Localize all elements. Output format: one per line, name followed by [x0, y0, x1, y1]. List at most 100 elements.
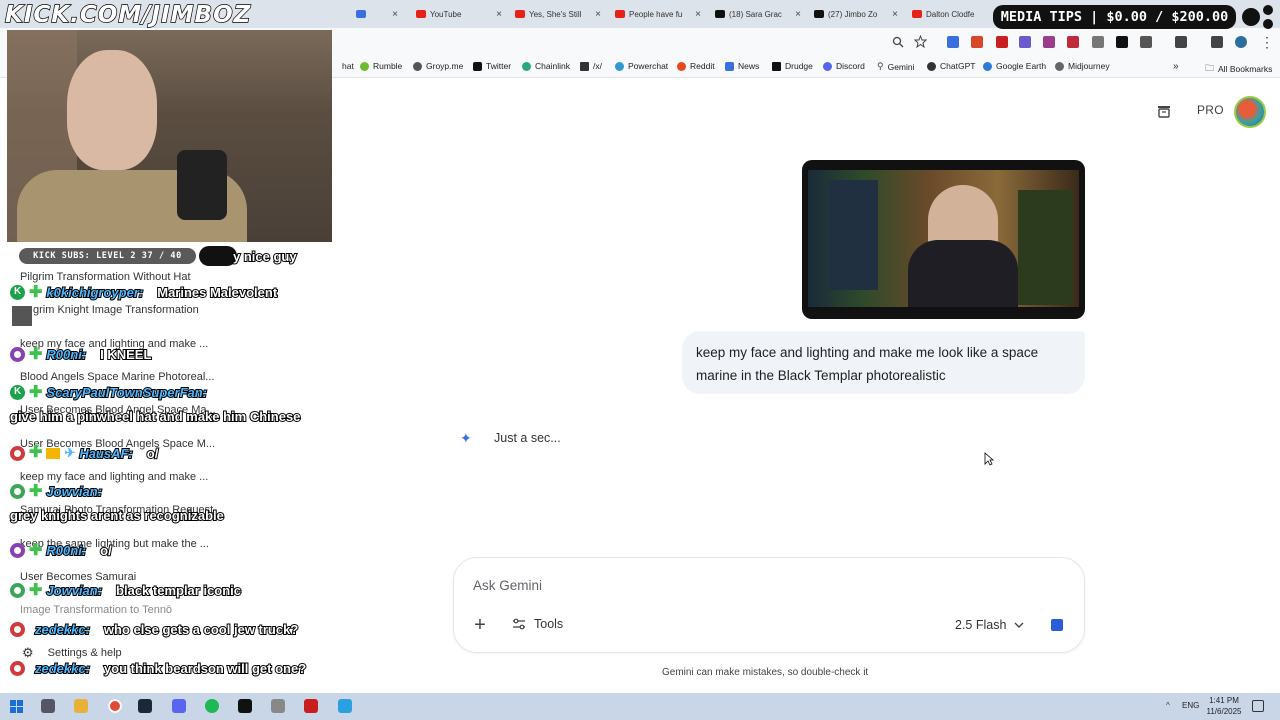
gift-badge-icon — [46, 447, 61, 459]
chat-text: you think beardson will get one? — [103, 660, 307, 677]
tab-title: (27) Jimbo Zo — [828, 9, 878, 19]
browser-tab[interactable]: Yes, She's Still × — [509, 4, 603, 24]
notification-icon[interactable] — [1252, 700, 1264, 712]
kick-badge-icon — [10, 285, 25, 300]
bookmark-item-reddit[interactable]: Reddit — [677, 61, 715, 71]
tools-icon — [513, 618, 525, 630]
file-explorer-icon[interactable] — [74, 699, 88, 713]
bookmark-item-rumble[interactable]: Rumble — [360, 61, 402, 71]
avatar[interactable] — [1234, 96, 1266, 128]
history-item[interactable]: Blood Angels Space Marine Photoreal... — [20, 371, 214, 383]
settings-help-button[interactable]: ⚙ Settings & help — [22, 645, 122, 661]
chrome-icon[interactable] — [108, 699, 122, 713]
mouse-cursor-icon — [984, 452, 994, 466]
discord-icon[interactable] — [172, 699, 186, 713]
more-menu-icon[interactable]: ⋮ — [1260, 34, 1274, 51]
task-view-icon[interactable] — [41, 699, 55, 713]
reading-list-icon[interactable] — [1211, 36, 1223, 48]
extension-icon[interactable] — [971, 36, 983, 48]
bookmark-item-google-earth[interactable]: Google Earth — [983, 61, 1046, 71]
tab-title: Dalton Clodfe — [926, 9, 975, 19]
ask-gemini-input[interactable] — [473, 574, 913, 596]
chat-message: ✚ R00ni: I KNEEL — [10, 345, 152, 363]
browser-tab[interactable]: (27) Jimbo Zo × — [808, 4, 900, 24]
bookmark-item-chatgpt[interactable]: ChatGPT — [927, 61, 975, 71]
zoom-icon[interactable] — [892, 36, 904, 48]
media-icon[interactable] — [1175, 36, 1187, 48]
windows-start-icon[interactable] — [10, 700, 23, 713]
puzzle-icon[interactable] — [1140, 36, 1152, 48]
tab-close-icon[interactable]: × — [795, 9, 801, 20]
extension-icon[interactable] — [1019, 36, 1031, 48]
language-indicator[interactable]: ENG — [1182, 701, 1199, 710]
history-item[interactable]: Image Transformation to Tennō — [20, 604, 172, 616]
extension-icon[interactable] — [1043, 36, 1055, 48]
chatgpt-icon — [927, 61, 936, 71]
spotify-icon[interactable] — [205, 699, 219, 713]
tray-chevron-icon[interactable]: ^ — [1166, 701, 1170, 710]
tab-title: People have fu — [629, 9, 683, 19]
tools-label: Tools — [534, 617, 564, 631]
tab-close-icon[interactable]: × — [392, 9, 398, 20]
x-extension-icon[interactable] — [1116, 36, 1128, 48]
bookmark-item-midjourney[interactable]: Midjourney — [1055, 61, 1110, 71]
tab-close-icon[interactable]: × — [496, 9, 502, 20]
bookmark-star-icon[interactable] — [914, 35, 927, 48]
drudge-icon — [772, 61, 781, 71]
clock[interactable]: 1:41 PM 11/6/2025 — [1204, 695, 1244, 717]
tab-close-icon[interactable]: × — [695, 9, 701, 20]
tools-button[interactable]: Tools — [512, 617, 563, 631]
bookmarks-overflow-icon[interactable]: » — [1173, 61, 1179, 72]
telegram-icon[interactable] — [338, 699, 352, 713]
response-loading: ✦ Just a sec... — [460, 431, 561, 445]
bookmark-item[interactable]: hat — [342, 61, 354, 71]
image-scene — [808, 170, 1079, 307]
bookmark-label: Reddit — [690, 61, 715, 71]
browser-tab[interactable]: YouTube × — [410, 4, 504, 24]
model-selector[interactable]: 2.5 Flash — [955, 618, 1024, 632]
member-badge-icon — [10, 622, 25, 637]
browser-tab[interactable]: (18) Sara Grac × — [709, 4, 803, 24]
stop-generation-button[interactable] — [1051, 619, 1063, 631]
sub-plus-icon: ✚ — [29, 345, 43, 363]
tab-title: (18) Sara Grac — [729, 9, 782, 19]
extension-icon[interactable] — [996, 36, 1008, 48]
rumble-icon — [360, 61, 369, 71]
channel-logo: KICK.COM/JIMBOZ — [4, 1, 252, 28]
terminal-icon[interactable] — [238, 699, 252, 713]
bookmark-item-powerchat[interactable]: Powerchat — [615, 61, 668, 71]
generated-image[interactable] — [802, 160, 1085, 319]
tab-close-icon[interactable]: × — [892, 9, 898, 20]
bookmark-item-twitter[interactable]: Twitter — [473, 61, 511, 71]
bookmark-item-groyp[interactable]: Groyp.me — [413, 61, 463, 71]
bookmark-item-discord[interactable]: Discord — [823, 61, 865, 71]
member-badge-icon — [10, 347, 25, 362]
add-attachment-button[interactable]: + — [470, 615, 490, 636]
history-item[interactable]: keep my face and lighting and make ... — [20, 471, 208, 483]
browser-tab-partial[interactable]: × — [350, 4, 400, 24]
extension-icon[interactable] — [947, 36, 959, 48]
browser-tab[interactable]: Dalton Clodfe — [906, 4, 986, 24]
sub-plus-icon: ✚ — [29, 482, 43, 500]
bookmark-item-x[interactable]: /x/ — [580, 61, 602, 71]
history-item[interactable]: grim Knight Image Transformation — [33, 304, 199, 316]
history-item[interactable]: Pilgrim Transformation Without Hat — [20, 271, 191, 283]
midjourney-icon — [1055, 61, 1064, 71]
all-bookmarks-button[interactable]: 🗀 All Bookmarks — [1205, 61, 1272, 77]
browser-tab[interactable]: People have fu × — [609, 4, 703, 24]
app-icon[interactable] — [271, 699, 285, 713]
adobe-icon[interactable] — [304, 699, 318, 713]
pro-badge: PRO — [1197, 103, 1224, 117]
extension-icon[interactable] — [1092, 36, 1104, 48]
chat-username: HausAF: — [78, 445, 133, 462]
bookmark-item-drudge[interactable]: Drudge — [772, 61, 813, 71]
steam-icon[interactable] — [138, 699, 152, 713]
bookmark-item-gemini[interactable]: ⚲ Gemini — [877, 61, 915, 72]
bookmark-item-chainlink[interactable]: Chainlink — [522, 61, 570, 71]
bookmark-item-news[interactable]: News — [725, 61, 759, 71]
bookmark-label: Midjourney — [1068, 61, 1110, 71]
tab-close-icon[interactable]: × — [595, 9, 601, 20]
profile-avatar-icon[interactable] — [1235, 36, 1247, 48]
chat-history-icon[interactable] — [1156, 103, 1172, 119]
extension-icon[interactable] — [1067, 36, 1079, 48]
